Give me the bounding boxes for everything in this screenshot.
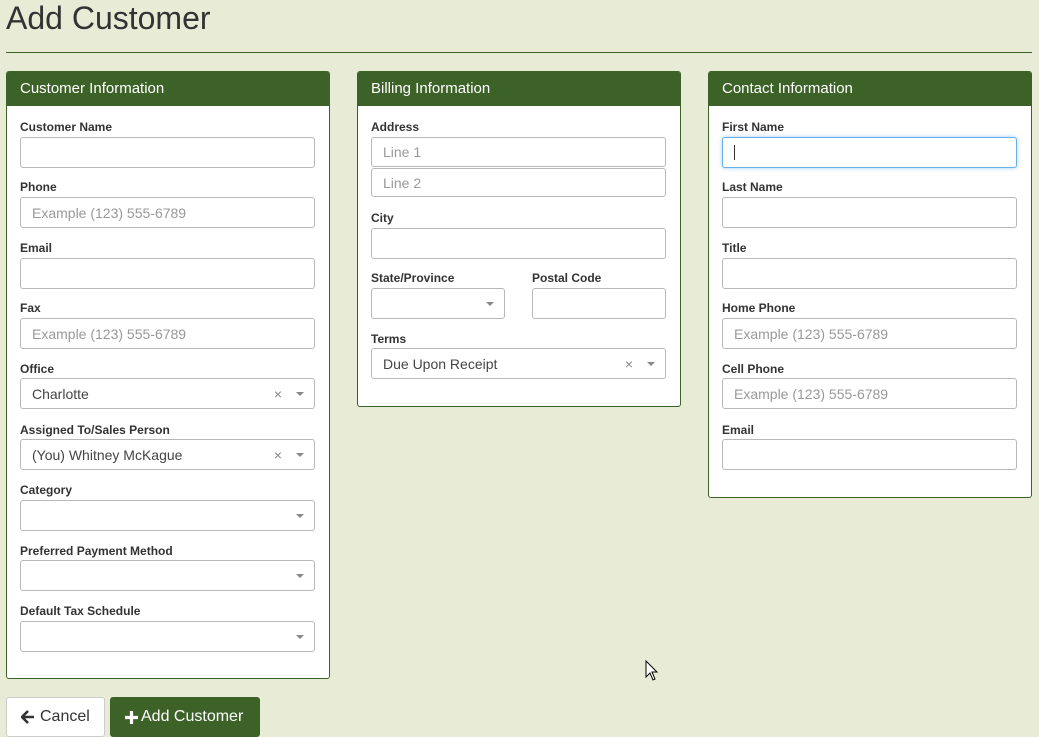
office-label: Office	[20, 362, 55, 376]
phone-label: Phone	[20, 180, 57, 194]
add-customer-label: Add Customer	[141, 708, 244, 725]
fax-input[interactable]	[20, 318, 315, 349]
customer-name-label: Customer Name	[20, 120, 113, 134]
terms-value: Due Upon Receipt	[383, 355, 498, 372]
home-phone-label: Home Phone	[722, 301, 796, 315]
contact-email-input[interactable]	[722, 439, 1017, 470]
office-select[interactable]: Charlotte ×	[20, 378, 315, 409]
category-select[interactable]	[20, 500, 315, 531]
title-label: Title	[722, 241, 747, 255]
chevron-down-icon	[296, 573, 304, 578]
address-line2-input[interactable]	[371, 168, 666, 197]
assigned-select[interactable]: (You) Whitney McKague ×	[20, 439, 315, 470]
contact-email-label: Email	[722, 423, 755, 437]
chevron-down-icon	[486, 301, 494, 306]
contact-info-panel: Contact Information First Name Last Name…	[708, 71, 1032, 498]
chevron-down-icon	[296, 452, 304, 457]
assigned-label: Assigned To/Sales Person	[20, 423, 170, 437]
payment-method-label: Preferred Payment Method	[20, 544, 173, 558]
chevron-down-icon	[296, 634, 304, 639]
page-title: Add Customer	[6, 0, 211, 36]
clear-icon[interactable]: ×	[625, 356, 633, 372]
home-phone-input[interactable]	[722, 318, 1017, 349]
contact-info-header: Contact Information	[709, 72, 1031, 106]
phone-input[interactable]	[20, 197, 315, 228]
customer-name-input[interactable]	[20, 137, 315, 168]
text-caret	[734, 145, 735, 160]
billing-info-panel: Billing Information Address City State/P…	[357, 71, 681, 407]
first-name-label: First Name	[722, 120, 785, 134]
last-name-label: Last Name	[722, 180, 783, 194]
email-label: Email	[20, 241, 53, 255]
title-input[interactable]	[722, 258, 1017, 289]
terms-label: Terms	[371, 332, 407, 346]
chevron-down-icon	[647, 361, 655, 366]
customer-info-panel: Customer Information Customer Name Phone…	[6, 71, 330, 679]
mouse-pointer-icon	[645, 660, 659, 681]
clear-icon[interactable]: ×	[274, 447, 282, 463]
arrow-left-icon	[21, 710, 34, 724]
postal-code-label: Postal Code	[532, 271, 602, 285]
tax-schedule-select[interactable]	[20, 621, 315, 652]
city-input[interactable]	[371, 228, 666, 259]
chevron-down-icon	[296, 513, 304, 518]
clear-icon[interactable]: ×	[274, 386, 282, 402]
payment-method-select[interactable]	[20, 560, 315, 591]
cell-phone-input[interactable]	[722, 378, 1017, 409]
plus-icon	[125, 710, 138, 724]
cancel-label: Cancel	[40, 708, 90, 725]
city-label: City	[371, 211, 394, 225]
cell-phone-label: Cell Phone	[722, 362, 785, 376]
title-divider	[6, 52, 1032, 53]
add-customer-button[interactable]: Add Customer	[110, 697, 260, 737]
assigned-value: (You) Whitney McKague	[32, 446, 183, 463]
state-select[interactable]	[371, 288, 505, 319]
last-name-input[interactable]	[722, 197, 1017, 228]
address-line1-input[interactable]	[371, 137, 666, 167]
billing-info-header: Billing Information	[358, 72, 680, 106]
email-input[interactable]	[20, 258, 315, 289]
tax-schedule-label: Default Tax Schedule	[20, 604, 141, 618]
cancel-button[interactable]: Cancel	[6, 697, 105, 737]
postal-code-input[interactable]	[532, 288, 666, 319]
address-label: Address	[371, 120, 420, 134]
terms-select[interactable]: Due Upon Receipt ×	[371, 348, 666, 379]
first-name-input[interactable]	[722, 137, 1017, 168]
state-label: State/Province	[371, 271, 455, 285]
chevron-down-icon	[296, 391, 304, 396]
customer-info-header: Customer Information	[7, 72, 329, 106]
office-value: Charlotte	[32, 385, 89, 402]
fax-label: Fax	[20, 301, 41, 315]
category-label: Category	[20, 483, 73, 497]
